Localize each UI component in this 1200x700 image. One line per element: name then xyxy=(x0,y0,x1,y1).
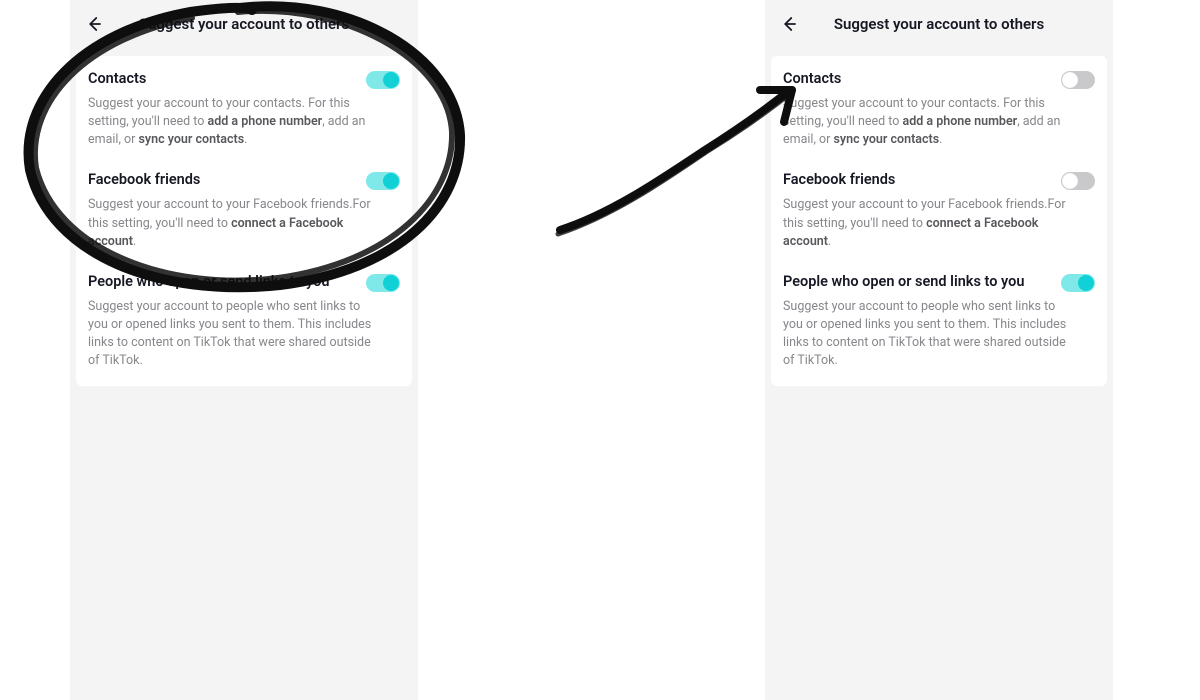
back-arrow-icon xyxy=(780,15,798,33)
setting-desc: Suggest your account to your contacts. F… xyxy=(88,95,378,149)
setting-title: People who open or send links to you xyxy=(783,273,1061,290)
app-header: Suggest your account to others xyxy=(765,0,1113,48)
link-sync-contacts[interactable]: sync your contacts xyxy=(139,132,245,147)
setting-facebook: Facebook friends Suggest your account to… xyxy=(783,171,1095,250)
setting-desc: Suggest your account to your Facebook fr… xyxy=(88,196,378,250)
settings-card: Contacts Suggest your account to your co… xyxy=(771,56,1107,386)
setting-contacts: Contacts Suggest your account to your co… xyxy=(783,70,1095,149)
setting-desc: Suggest your account to people who sent … xyxy=(783,298,1073,371)
setting-title: Contacts xyxy=(783,70,1061,87)
link-add-phone[interactable]: add a phone number xyxy=(208,114,323,129)
arrow-annotation-icon xyxy=(558,90,792,234)
toggle-links[interactable] xyxy=(1061,274,1095,292)
page-title: Suggest your account to others xyxy=(765,15,1113,33)
setting-facebook: Facebook friends Suggest your account to… xyxy=(88,171,400,250)
back-button[interactable] xyxy=(80,10,108,38)
link-add-phone[interactable]: add a phone number xyxy=(903,114,1018,129)
app-header: Suggest your account to others xyxy=(70,0,418,48)
toggle-facebook[interactable] xyxy=(366,172,400,190)
toggle-contacts[interactable] xyxy=(1061,71,1095,89)
toggle-contacts[interactable] xyxy=(366,71,400,89)
setting-title: People who open or send links to you xyxy=(88,273,366,290)
page-title: Suggest your account to others xyxy=(70,15,418,33)
setting-contacts: Contacts Suggest your account to your co… xyxy=(88,70,400,149)
link-sync-contacts[interactable]: sync your contacts xyxy=(834,132,940,147)
setting-title: Facebook friends xyxy=(783,171,1061,188)
setting-desc: Suggest your account to people who sent … xyxy=(88,298,378,371)
setting-desc: Suggest your account to your Facebook fr… xyxy=(783,196,1073,250)
phone-before: Suggest your account to others Contacts … xyxy=(70,0,418,700)
setting-title: Contacts xyxy=(88,70,366,87)
setting-title: Facebook friends xyxy=(88,171,366,188)
toggle-facebook[interactable] xyxy=(1061,172,1095,190)
back-button[interactable] xyxy=(775,10,803,38)
setting-links: People who open or send links to you Sug… xyxy=(783,273,1095,371)
back-arrow-icon xyxy=(85,15,103,33)
setting-links: People who open or send links to you Sug… xyxy=(88,273,400,371)
toggle-links[interactable] xyxy=(366,274,400,292)
phone-after: Suggest your account to others Contacts … xyxy=(765,0,1113,700)
settings-card: Contacts Suggest your account to your co… xyxy=(76,56,412,386)
setting-desc: Suggest your account to your contacts. F… xyxy=(783,95,1073,149)
